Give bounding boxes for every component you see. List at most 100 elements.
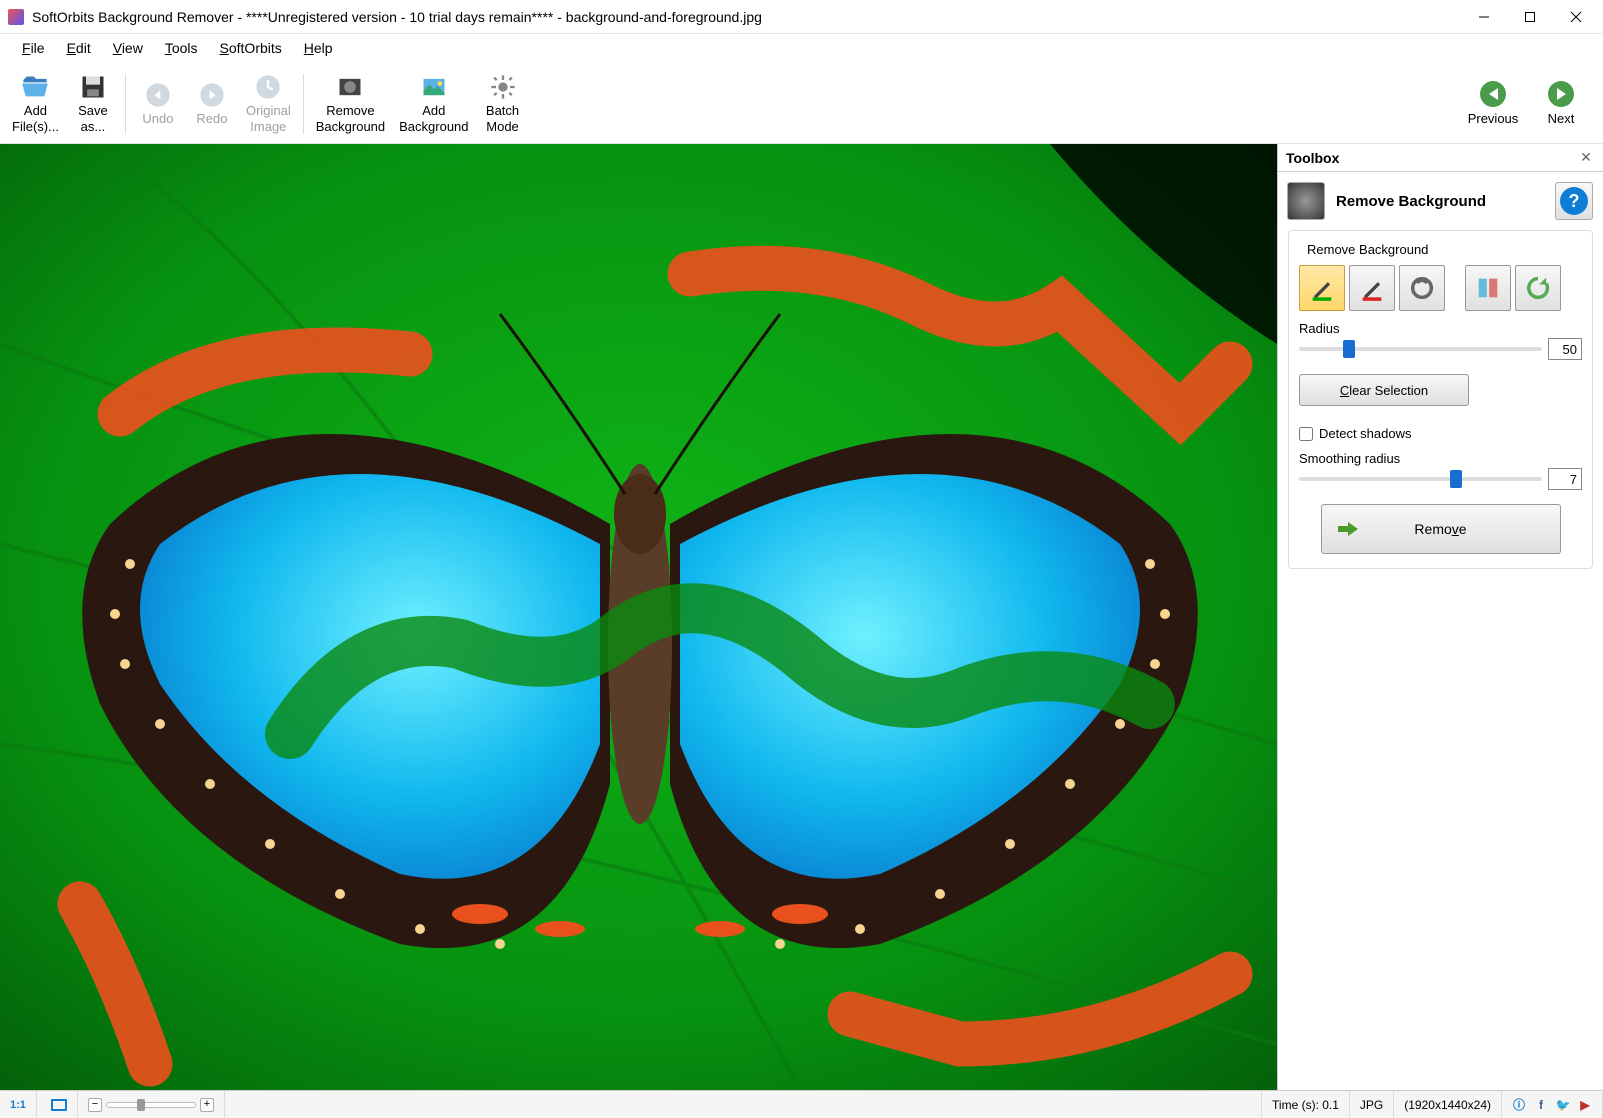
next-label: Next xyxy=(1548,111,1575,126)
floppy-icon xyxy=(79,73,107,101)
previous-label: Previous xyxy=(1468,111,1519,126)
add-bg-label: Add Background xyxy=(399,103,468,134)
close-button[interactable] xyxy=(1553,1,1599,33)
app-icon xyxy=(8,9,24,25)
gear-icon xyxy=(489,73,517,101)
radius-slider[interactable] xyxy=(1299,347,1542,351)
status-time: Time (s): 0.1 xyxy=(1262,1091,1350,1118)
status-format: JPG xyxy=(1350,1091,1394,1118)
undo-button[interactable]: Undo xyxy=(132,66,184,142)
toolbar-separator xyxy=(125,74,126,134)
clear-selection-button[interactable]: Clear Selection xyxy=(1299,374,1469,406)
batch-mode-label: Batch Mode xyxy=(486,103,519,134)
add-files-button[interactable]: Add File(s)... xyxy=(6,66,65,142)
toolbar-separator xyxy=(303,74,304,134)
add-background-button[interactable]: Add Background xyxy=(393,66,474,142)
menu-view[interactable]: View xyxy=(103,36,153,60)
title-bar: SoftOrbits Background Remover - ****Unre… xyxy=(0,0,1603,34)
add-files-label: Add File(s)... xyxy=(12,103,59,134)
menu-help[interactable]: Help xyxy=(294,36,343,60)
redo-button[interactable]: Redo xyxy=(186,66,238,142)
remove-bg-icon xyxy=(336,73,364,101)
eraser-tool[interactable] xyxy=(1399,265,1445,311)
window-title: SoftOrbits Background Remover - ****Unre… xyxy=(32,9,1461,25)
remove-bg-label: Remove Background xyxy=(316,103,385,134)
green-marker-tool[interactable] xyxy=(1299,265,1345,311)
save-as-button[interactable]: Saveas... xyxy=(67,66,119,142)
remove-bg-group: Remove Background Radius xyxy=(1288,230,1593,569)
original-image-button[interactable]: Original Image xyxy=(240,66,297,142)
detect-shadows-checkbox[interactable]: Detect shadows xyxy=(1299,426,1582,441)
zoom-slider-thumb[interactable] xyxy=(137,1099,145,1111)
smoothing-slider-thumb[interactable] xyxy=(1450,470,1462,488)
zoom-11-button[interactable]: 1:1 xyxy=(0,1091,37,1118)
folder-open-icon xyxy=(21,73,49,101)
lasso-fg-tool[interactable] xyxy=(1465,265,1511,311)
social-links: ⓘ f 🐦 ▶ xyxy=(1502,1091,1603,1118)
tool-preview-icon xyxy=(1288,183,1324,219)
status-dimensions: (1920x1440x24) xyxy=(1394,1091,1502,1118)
refresh-tool[interactable] xyxy=(1515,265,1561,311)
batch-mode-button[interactable]: Batch Mode xyxy=(477,66,529,142)
clock-icon xyxy=(254,73,282,101)
redo-label: Redo xyxy=(196,111,227,127)
image-canvas[interactable] xyxy=(0,144,1277,1090)
youtube-icon[interactable]: ▶ xyxy=(1578,1098,1592,1112)
save-as-label: Saveas... xyxy=(78,103,108,134)
redo-icon xyxy=(198,81,226,109)
zoom-slider[interactable] xyxy=(106,1102,196,1108)
tool-name-label: Remove Background xyxy=(1336,193,1543,210)
toolbox-close-button[interactable]: ✕ xyxy=(1577,149,1595,167)
original-image-label: Original Image xyxy=(246,103,291,134)
question-icon: ? xyxy=(1560,187,1588,215)
menu-bar: File Edit View Tools SoftOrbits Help xyxy=(0,34,1603,62)
maximize-button[interactable] xyxy=(1507,1,1553,33)
arrow-right-icon xyxy=(1548,81,1574,107)
radius-slider-row xyxy=(1299,338,1582,360)
smoothing-slider-row xyxy=(1299,468,1582,490)
red-marker-tool[interactable] xyxy=(1349,265,1395,311)
remove-button[interactable]: Remove xyxy=(1321,504,1561,554)
radius-label: Radius xyxy=(1299,321,1582,336)
detect-shadows-input[interactable] xyxy=(1299,427,1313,441)
remove-background-button[interactable]: Remove Background xyxy=(310,66,391,142)
tool-header: Remove Background ? xyxy=(1278,172,1603,230)
smoothing-label: Smoothing radius xyxy=(1299,451,1582,466)
help-button[interactable]: ? xyxy=(1555,182,1593,220)
info-icon[interactable]: ⓘ xyxy=(1512,1098,1526,1112)
nav-group: Previous Next xyxy=(1463,69,1591,139)
facebook-icon[interactable]: f xyxy=(1534,1098,1548,1112)
status-spacer xyxy=(225,1091,1262,1118)
next-button[interactable]: Next xyxy=(1531,69,1591,139)
undo-label: Undo xyxy=(142,111,173,127)
menu-edit[interactable]: Edit xyxy=(57,36,101,60)
menu-file[interactable]: File xyxy=(12,36,55,60)
zoom-control: − + xyxy=(78,1091,225,1118)
previous-button[interactable]: Previous xyxy=(1463,69,1523,139)
menu-tools[interactable]: Tools xyxy=(155,36,208,60)
menu-softorbits[interactable]: SoftOrbits xyxy=(210,36,292,60)
fit-screen-button[interactable] xyxy=(37,1091,78,1118)
minimize-button[interactable] xyxy=(1461,1,1507,33)
arrow-right-icon xyxy=(1338,522,1358,536)
zoom-out-button[interactable]: − xyxy=(88,1098,102,1112)
main-area: Toolbox ✕ Remove Background ? Remove Bac… xyxy=(0,144,1603,1090)
detect-shadows-label: Detect shadows xyxy=(1319,426,1412,441)
twitter-icon[interactable]: 🐦 xyxy=(1556,1098,1570,1112)
marker-tool-row xyxy=(1299,265,1582,311)
radius-slider-thumb[interactable] xyxy=(1343,340,1355,358)
radius-value-input[interactable] xyxy=(1548,338,1582,360)
undo-icon xyxy=(144,81,172,109)
status-bar: 1:1 − + Time (s): 0.1 JPG (1920x1440x24)… xyxy=(0,1090,1603,1118)
window-controls xyxy=(1461,1,1599,33)
smoothing-value-input[interactable] xyxy=(1548,468,1582,490)
group-legend: Remove Background xyxy=(1303,242,1432,257)
toolbox-panel: Toolbox ✕ Remove Background ? Remove Bac… xyxy=(1277,144,1603,1090)
arrow-left-icon xyxy=(1480,81,1506,107)
smoothing-slider[interactable] xyxy=(1299,477,1542,481)
toolbox-title: Toolbox xyxy=(1286,150,1577,166)
toolbox-header: Toolbox ✕ xyxy=(1278,144,1603,172)
fit-icon xyxy=(51,1099,67,1111)
zoom-in-button[interactable]: + xyxy=(200,1098,214,1112)
add-bg-icon xyxy=(420,73,448,101)
